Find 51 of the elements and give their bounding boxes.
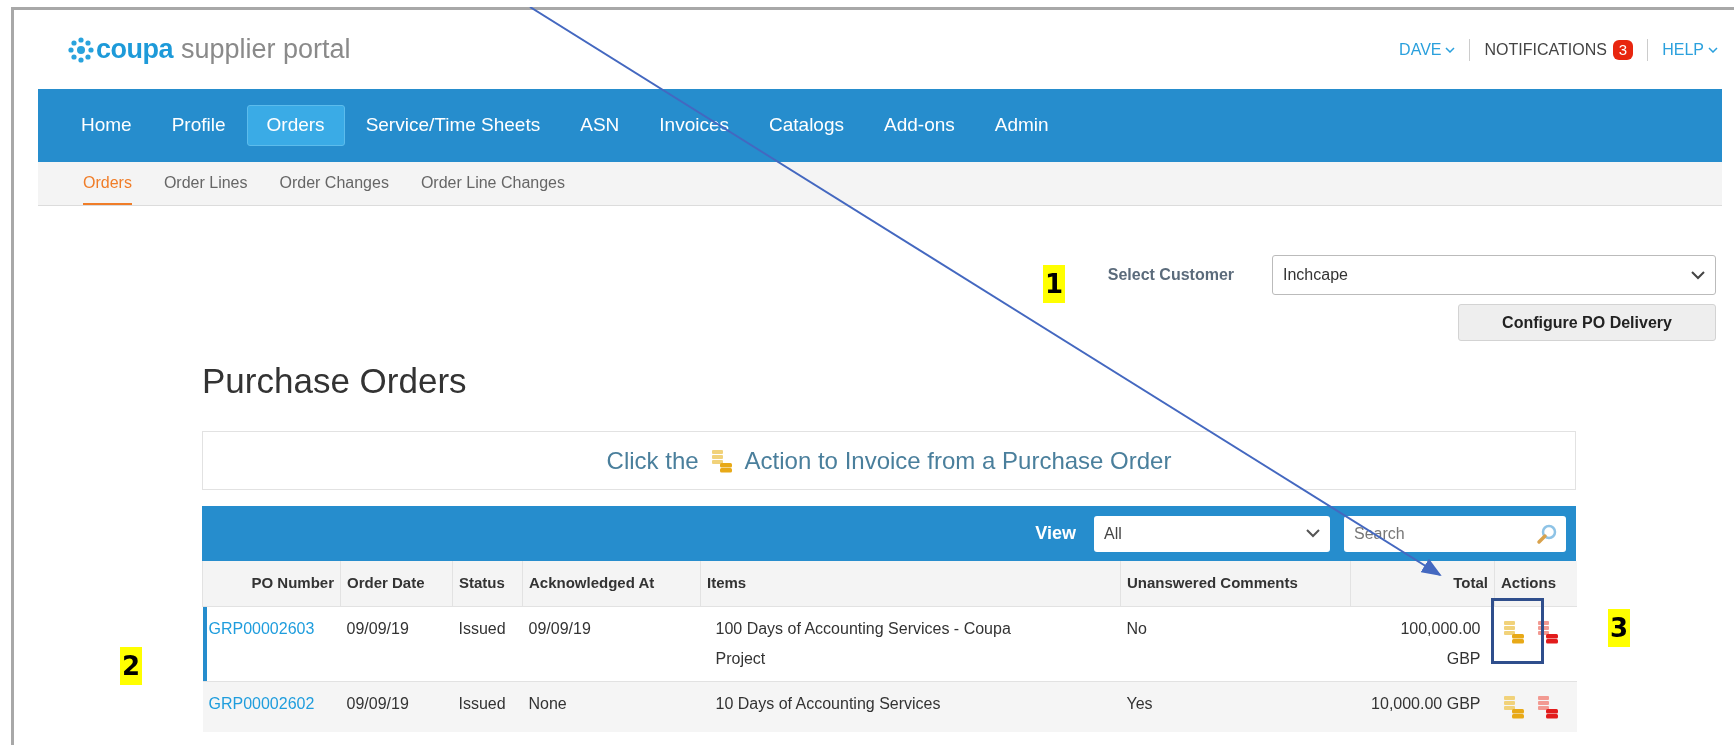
user-menu[interactable]: DAVE bbox=[1399, 37, 1456, 62]
chevron-down-icon bbox=[1708, 46, 1718, 53]
po-link[interactable]: GRP00002602 bbox=[208, 694, 315, 712]
nav-tab[interactable]: Service/Time Sheets bbox=[346, 105, 560, 146]
snowflake-logo-icon bbox=[68, 36, 94, 63]
banner-text: Action to Invoice from a Purchase Order bbox=[744, 445, 1172, 476]
sub-nav-tab[interactable]: Orders bbox=[83, 162, 132, 205]
callout-number: 2 bbox=[120, 647, 143, 685]
cell-text: No bbox=[1126, 619, 1147, 637]
chevron-down-icon bbox=[1306, 529, 1320, 538]
page-title: Purchase Orders bbox=[202, 360, 468, 402]
highlight-box bbox=[1491, 598, 1544, 664]
cell-text: 09/09/19 bbox=[346, 694, 409, 712]
callout-number: 1 bbox=[1043, 265, 1066, 303]
cell-text: Issued bbox=[458, 619, 506, 637]
nav-tab[interactable]: Catalogs bbox=[750, 105, 863, 146]
logo-brand: coupa bbox=[96, 33, 173, 67]
callout-number: 3 bbox=[1608, 609, 1631, 647]
customer-select[interactable]: Inchcape bbox=[1272, 255, 1716, 295]
cell-text: Yes bbox=[1126, 694, 1153, 712]
banner-text: Click the bbox=[606, 445, 699, 476]
chevron-down-icon bbox=[1445, 46, 1456, 53]
cell-text: 10 Days of Accounting Services bbox=[715, 694, 941, 712]
sub-nav-tab[interactable]: Order Lines bbox=[163, 162, 248, 205]
notifications-link[interactable]: NOTIFICATIONS bbox=[1484, 37, 1607, 62]
configure-button[interactable]: Configure PO Delivery bbox=[1458, 304, 1716, 341]
cell-text: 100,000.00 GBP bbox=[1400, 619, 1481, 667]
nav-tab[interactable]: Invoices bbox=[640, 105, 748, 146]
search-icon bbox=[1536, 522, 1558, 545]
cell-text: 10,000.00 GBP bbox=[1371, 694, 1481, 712]
cell-text: 09/09/19 bbox=[528, 619, 591, 637]
nav-tab[interactable]: Profile bbox=[152, 105, 245, 146]
cell-text: 09/09/19 bbox=[346, 619, 409, 637]
nav-tab[interactable]: Add-ons bbox=[865, 105, 974, 146]
nav-tab[interactable]: ASN bbox=[561, 105, 639, 146]
nav-tab[interactable]: Home bbox=[62, 105, 151, 146]
field-label: Select Customer bbox=[1107, 265, 1234, 285]
logo-product: supplier portal bbox=[181, 33, 351, 67]
cell-text: Issued bbox=[458, 694, 506, 712]
nav-tab[interactable]: Admin bbox=[975, 105, 1068, 146]
view-select[interactable]: All bbox=[1094, 515, 1330, 552]
chevron-down-icon bbox=[1691, 270, 1705, 280]
sub-nav-tab[interactable]: Order Changes bbox=[279, 162, 389, 205]
notification-count: 3 bbox=[1612, 39, 1634, 60]
nav-tab[interactable]: Orders bbox=[246, 105, 345, 146]
cell-text: None bbox=[528, 694, 567, 712]
sub-nav-tab[interactable]: Order Line Changes bbox=[420, 162, 565, 205]
help-menu[interactable]: HELP bbox=[1662, 37, 1718, 62]
cell-text: 100 Days of Accounting Services - Coupa Project bbox=[715, 619, 1011, 667]
po-link[interactable]: GRP00002603 bbox=[208, 619, 315, 637]
view-label: View bbox=[1035, 522, 1076, 545]
